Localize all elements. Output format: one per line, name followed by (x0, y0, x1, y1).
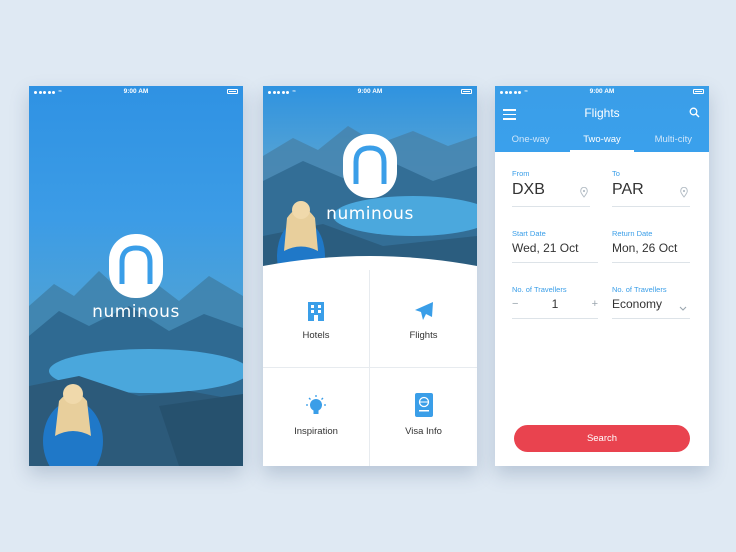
field-underline (612, 206, 690, 207)
status-time: 9:00 AM (123, 88, 149, 95)
field-underline (512, 262, 598, 263)
battery-icon (693, 89, 704, 94)
tile-inspiration[interactable]: Inspiration (263, 368, 370, 466)
travellers-stepper: − 1 + (512, 297, 598, 311)
to-value: PAR (612, 181, 644, 198)
chevron-down-icon (679, 306, 687, 311)
start-date-value: Wed, 21 Oct (512, 241, 579, 255)
class-label: No. of Travellers (612, 285, 667, 294)
field-underline (612, 318, 690, 319)
travellers-count: 1 (551, 297, 559, 311)
logo-arch-icon (119, 245, 153, 284)
tile-flights[interactable]: Flights (370, 270, 477, 368)
page-title: Flights (584, 106, 620, 120)
tile-label: Visa Info (405, 426, 442, 437)
class-select[interactable]: No. of Travellers Economy (612, 285, 690, 319)
tile-label: Hotels (302, 330, 330, 341)
status-time: 9:00 AM (589, 88, 615, 95)
start-date-field[interactable]: Start Date Wed, 21 Oct (512, 229, 598, 263)
from-value: DXB (512, 181, 545, 198)
return-date-value: Mon, 26 Oct (612, 241, 678, 255)
decrement-button[interactable]: − (512, 298, 518, 310)
location-pin-icon (580, 187, 588, 198)
search-button[interactable]: Search (514, 425, 690, 452)
start-date-label: Start Date (512, 229, 546, 238)
field-underline (612, 262, 690, 263)
tab-multi-city[interactable]: Multi-city (638, 132, 709, 152)
tile-label: Flights (409, 330, 438, 341)
category-grid: Hotels Flights Inspiration Visa Info (263, 270, 477, 466)
tab-two-way[interactable]: Two-way (566, 132, 637, 152)
from-label: From (512, 169, 530, 178)
passport-icon (414, 393, 433, 417)
return-date-label: Return Date (612, 229, 653, 238)
hotel-icon (308, 302, 324, 321)
tile-label: Inspiration (294, 426, 338, 437)
increment-button[interactable]: + (592, 298, 598, 310)
travellers-label: No. of Travellers (512, 285, 567, 294)
battery-icon (461, 89, 472, 94)
status-bar: ≈ 9:00 AM (495, 86, 709, 98)
return-date-field[interactable]: Return Date Mon, 26 Oct (612, 229, 690, 263)
trip-type-tabs: One-way Two-way Multi-city (495, 132, 709, 152)
lightbulb-icon (306, 395, 326, 414)
brand-wordmark: numinous (326, 204, 414, 224)
search-icon[interactable] (689, 107, 700, 118)
battery-icon (227, 89, 238, 94)
tab-one-way[interactable]: One-way (495, 132, 566, 152)
plane-icon (414, 302, 433, 320)
status-bar: ≈ 9:00 AM (29, 86, 243, 98)
splash-screen: numinous ≈ 9:00 AM (29, 86, 243, 466)
flights-screen: Flights One-way Two-way Multi-city ≈ 9:0… (495, 86, 709, 466)
home-screen: numinous Hotels Flights Inspiration Visa… (263, 86, 477, 466)
tile-visa-info[interactable]: Visa Info (370, 368, 477, 466)
to-field[interactable]: To PAR (612, 169, 690, 207)
travellers-field: No. of Travellers − 1 + (512, 285, 598, 319)
status-time: 9:00 AM (357, 88, 383, 95)
logo-arch-icon (353, 145, 387, 184)
field-underline (512, 318, 598, 319)
brand-logo (109, 234, 163, 298)
field-underline (512, 206, 590, 207)
from-field[interactable]: From DXB (512, 169, 590, 207)
to-label: To (612, 169, 620, 178)
status-bar: ≈ 9:00 AM (263, 86, 477, 98)
location-pin-icon (680, 187, 688, 198)
tile-hotels[interactable]: Hotels (263, 270, 370, 368)
brand-logo (343, 134, 397, 198)
brand-wordmark: numinous (92, 302, 180, 322)
